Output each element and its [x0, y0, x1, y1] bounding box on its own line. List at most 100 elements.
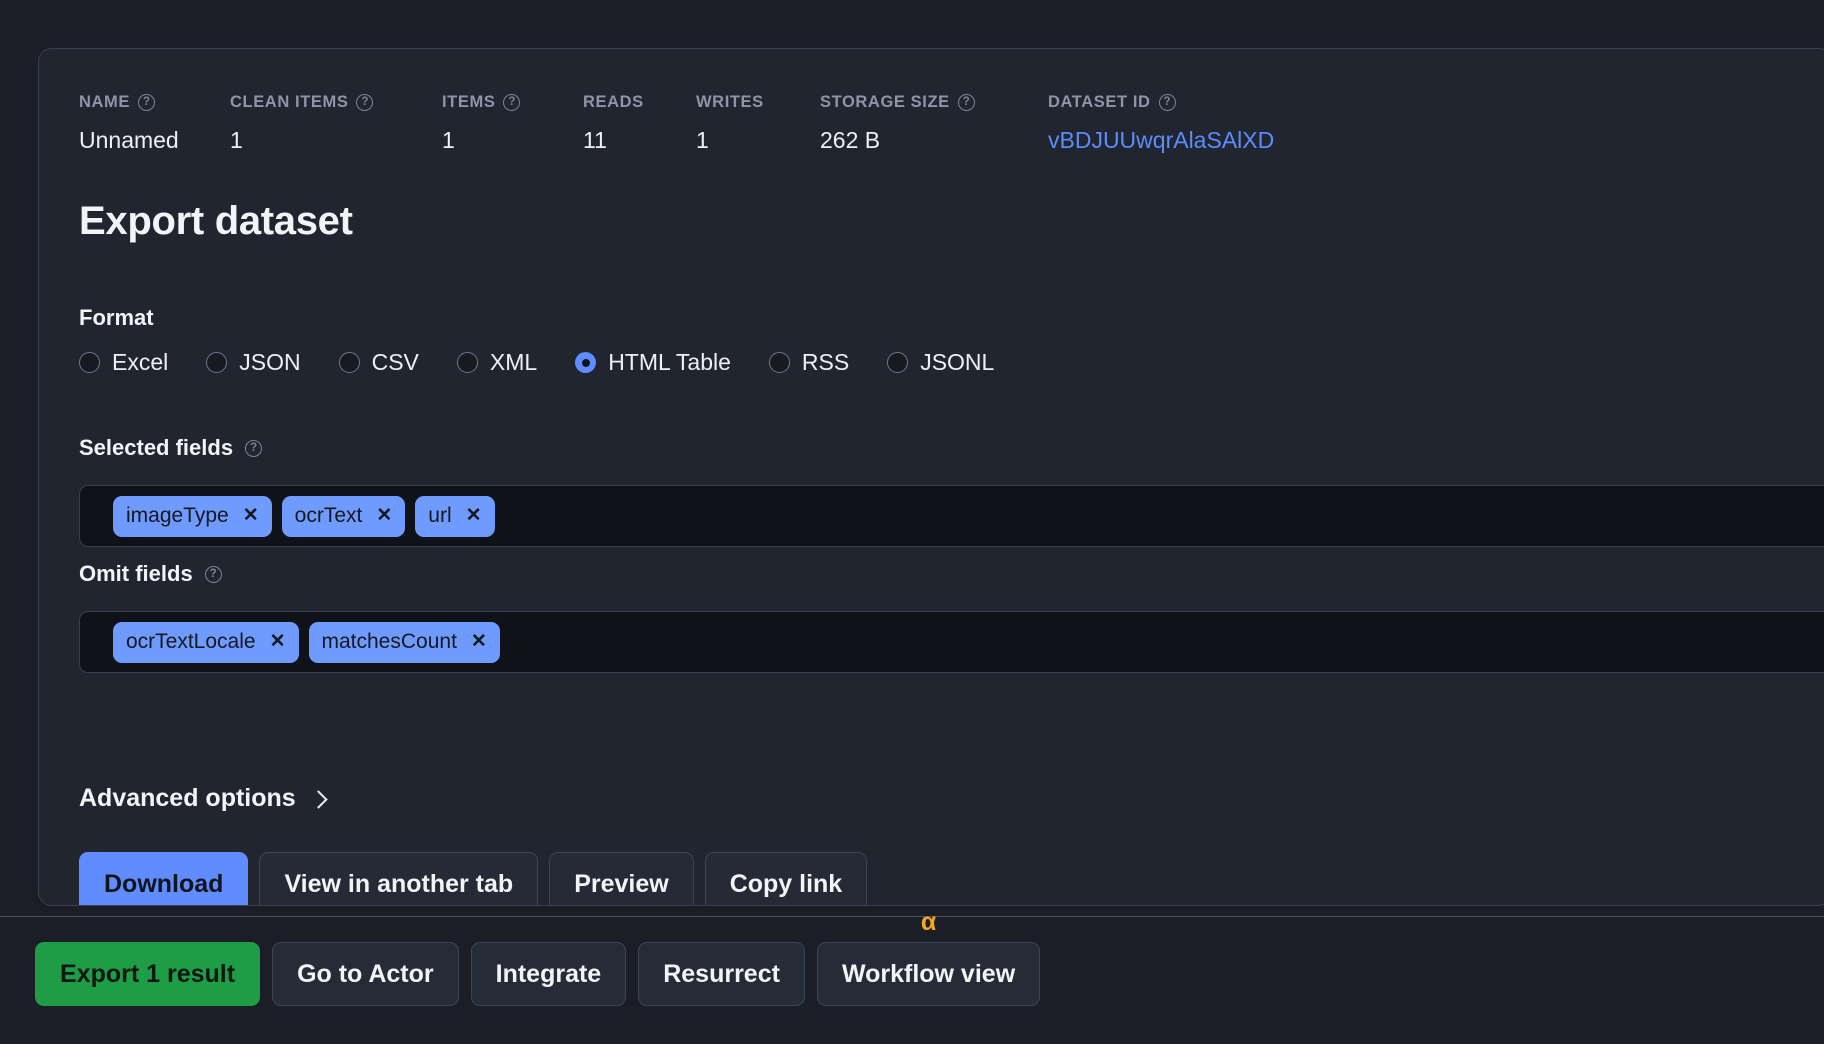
help-icon[interactable]: ?	[204, 565, 222, 583]
field-token[interactable]: matchesCount ✕	[308, 621, 500, 663]
field-token-label: url	[428, 503, 452, 527]
stat-header: READS	[583, 91, 696, 113]
workflow-view-button[interactable]: Workflow view	[816, 942, 1041, 1006]
alpha-badge: α	[920, 908, 937, 936]
omit-fields-label-text: Omit fields	[79, 561, 193, 586]
format-radio-label: HTML Table	[608, 349, 731, 375]
field-token[interactable]: imageType ✕	[113, 495, 272, 537]
selected-fields-input[interactable]: imageType ✕ ocrText ✕ url ✕	[79, 485, 1824, 547]
bottom-buttons-row: Export 1 result Go to Actor Integrate Resur…	[35, 910, 1041, 1006]
stat-label: DATASET ID	[1048, 92, 1151, 111]
field-token[interactable]: ocrText ✕	[281, 495, 406, 537]
field-token[interactable]: url ✕	[415, 495, 495, 537]
stat-header: DATASET ID?	[1048, 91, 1348, 113]
stat-column-dataset-id: DATASET ID? vBDJUUwqrAlaSAlXD	[1048, 91, 1348, 154]
export-1-result-button[interactable]: Export 1 result	[35, 942, 261, 1006]
dataset-stats-strip: NAME? Unnamed CLEAN ITEMS? 1 ITEMS? 1 READS 11 W…	[79, 91, 1348, 154]
format-radio-html-table[interactable]: HTML Table	[575, 349, 731, 376]
help-icon[interactable]: ?	[245, 439, 263, 457]
stat-column-clean-items: CLEAN ITEMS? 1	[230, 91, 442, 154]
go-to-actor-button[interactable]: Go to Actor	[272, 942, 459, 1006]
download-button[interactable]: Download	[79, 852, 249, 905]
format-radio-label: RSS	[801, 349, 850, 375]
omit-fields-input[interactable]: ocrTextLocale ✕ matchesCount ✕	[79, 611, 1824, 673]
radio-unselected-icon[interactable]	[79, 352, 100, 373]
radio-unselected-icon[interactable]	[887, 352, 909, 373]
stat-label: NAME	[79, 92, 130, 111]
radio-selected-icon[interactable]	[575, 352, 597, 373]
export-dataset-screen: NAME? Unnamed CLEAN ITEMS? 1 ITEMS? 1 READS 11 W…	[0, 0, 1824, 1044]
format-label-text: Format	[79, 305, 154, 330]
stat-header: STORAGE SIZE?	[820, 91, 1048, 113]
remove-token-icon[interactable]: ✕	[270, 632, 286, 651]
selected-fields-label: Selected fields ?	[79, 435, 263, 461]
copy-link-button[interactable]: Copy link	[704, 852, 868, 905]
stat-column-writes: WRITES 1	[696, 91, 820, 154]
advanced-options-label: Advanced options	[79, 784, 296, 812]
stat-header: ITEMS?	[442, 91, 583, 113]
help-icon[interactable]: ?	[137, 93, 155, 111]
chevron-right-icon	[308, 789, 328, 809]
remove-token-icon[interactable]: ✕	[466, 506, 482, 525]
export-dataset-card: NAME? Unnamed CLEAN ITEMS? 1 ITEMS? 1 READS 11 W…	[38, 48, 1824, 906]
stat-label: ITEMS	[442, 92, 496, 111]
remove-token-icon[interactable]: ✕	[376, 506, 392, 525]
advanced-options-toggle[interactable]: Advanced options	[79, 784, 328, 813]
stat-label: WRITES	[696, 92, 764, 111]
page-title: Export dataset	[79, 199, 353, 243]
format-radio-xml[interactable]: XML	[456, 349, 538, 376]
bottom-button-wrapper: α Workflow view	[816, 910, 1041, 1006]
field-token-label: ocrTextLocale	[126, 629, 256, 653]
field-token[interactable]: ocrTextLocale ✕	[113, 621, 299, 663]
stat-value: 1	[696, 127, 709, 153]
stat-label: STORAGE SIZE	[820, 92, 950, 111]
stat-header: CLEAN ITEMS?	[230, 91, 442, 113]
format-radio-label: JSON	[239, 349, 301, 375]
format-radio-label: XML	[489, 349, 538, 375]
remove-token-icon[interactable]: ✕	[471, 632, 487, 651]
format-radio-rss[interactable]: RSS	[768, 349, 850, 376]
selected-fields-label-text: Selected fields	[79, 435, 234, 460]
stat-column-reads: READS 11	[583, 91, 696, 154]
stat-column-items: ITEMS? 1	[442, 91, 583, 154]
radio-unselected-icon[interactable]	[768, 352, 790, 373]
radio-unselected-icon[interactable]	[338, 352, 360, 373]
help-icon[interactable]: ?	[1158, 93, 1176, 111]
view-in-another-tab-button[interactable]: View in another tab	[259, 852, 539, 905]
format-radio-csv[interactable]: CSV	[338, 349, 419, 376]
dataset-id-link[interactable]: vBDJUUwqrAlaSAlXD	[1048, 127, 1348, 154]
field-token-label: matchesCount	[321, 629, 457, 653]
stat-value: Unnamed	[79, 127, 179, 153]
stat-header: NAME?	[79, 91, 230, 113]
export-actions-row: Download View in another tab Preview Copy l…	[79, 852, 868, 905]
format-radio-json[interactable]: JSON	[206, 349, 301, 376]
radio-unselected-icon[interactable]	[206, 352, 228, 373]
stat-header: WRITES	[696, 91, 820, 113]
field-token-label: ocrText	[294, 503, 363, 527]
stat-column-storage-size: STORAGE SIZE? 262 B	[820, 91, 1048, 154]
preview-button[interactable]: Preview	[549, 852, 694, 905]
stat-value: 262 B	[820, 127, 881, 153]
field-token-label: imageType	[126, 503, 229, 527]
omit-fields-label: Omit fields ?	[79, 561, 222, 587]
resurrect-button[interactable]: Resurrect	[638, 942, 805, 1006]
format-radio-label: Excel	[112, 349, 169, 375]
help-icon[interactable]: ?	[957, 93, 975, 111]
help-icon[interactable]: ?	[356, 93, 374, 111]
format-radio-excel[interactable]: Excel	[79, 349, 168, 376]
bottom-action-bar: Export 1 result Go to Actor Integrate Resur…	[0, 910, 1824, 1044]
integrate-button[interactable]: Integrate	[470, 942, 627, 1006]
stat-label: CLEAN ITEMS	[230, 92, 349, 111]
bottom-button-wrapper: Integrate	[470, 942, 627, 1006]
format-radio-jsonl[interactable]: JSONL	[887, 349, 994, 376]
stat-label: READS	[583, 92, 644, 111]
format-section-label: Format	[79, 305, 154, 331]
radio-unselected-icon[interactable]	[456, 352, 478, 373]
remove-token-icon[interactable]: ✕	[243, 506, 259, 525]
stat-value: 1	[230, 127, 243, 153]
bottom-button-wrapper: Go to Actor	[272, 942, 459, 1006]
format-radio-group[interactable]: Excel JSON CSV XML HTML Table RSS JSONL	[79, 349, 1032, 376]
help-icon[interactable]: ?	[503, 93, 521, 111]
stat-value: 1	[442, 127, 455, 153]
bottom-button-wrapper: Export 1 result	[35, 942, 261, 1006]
